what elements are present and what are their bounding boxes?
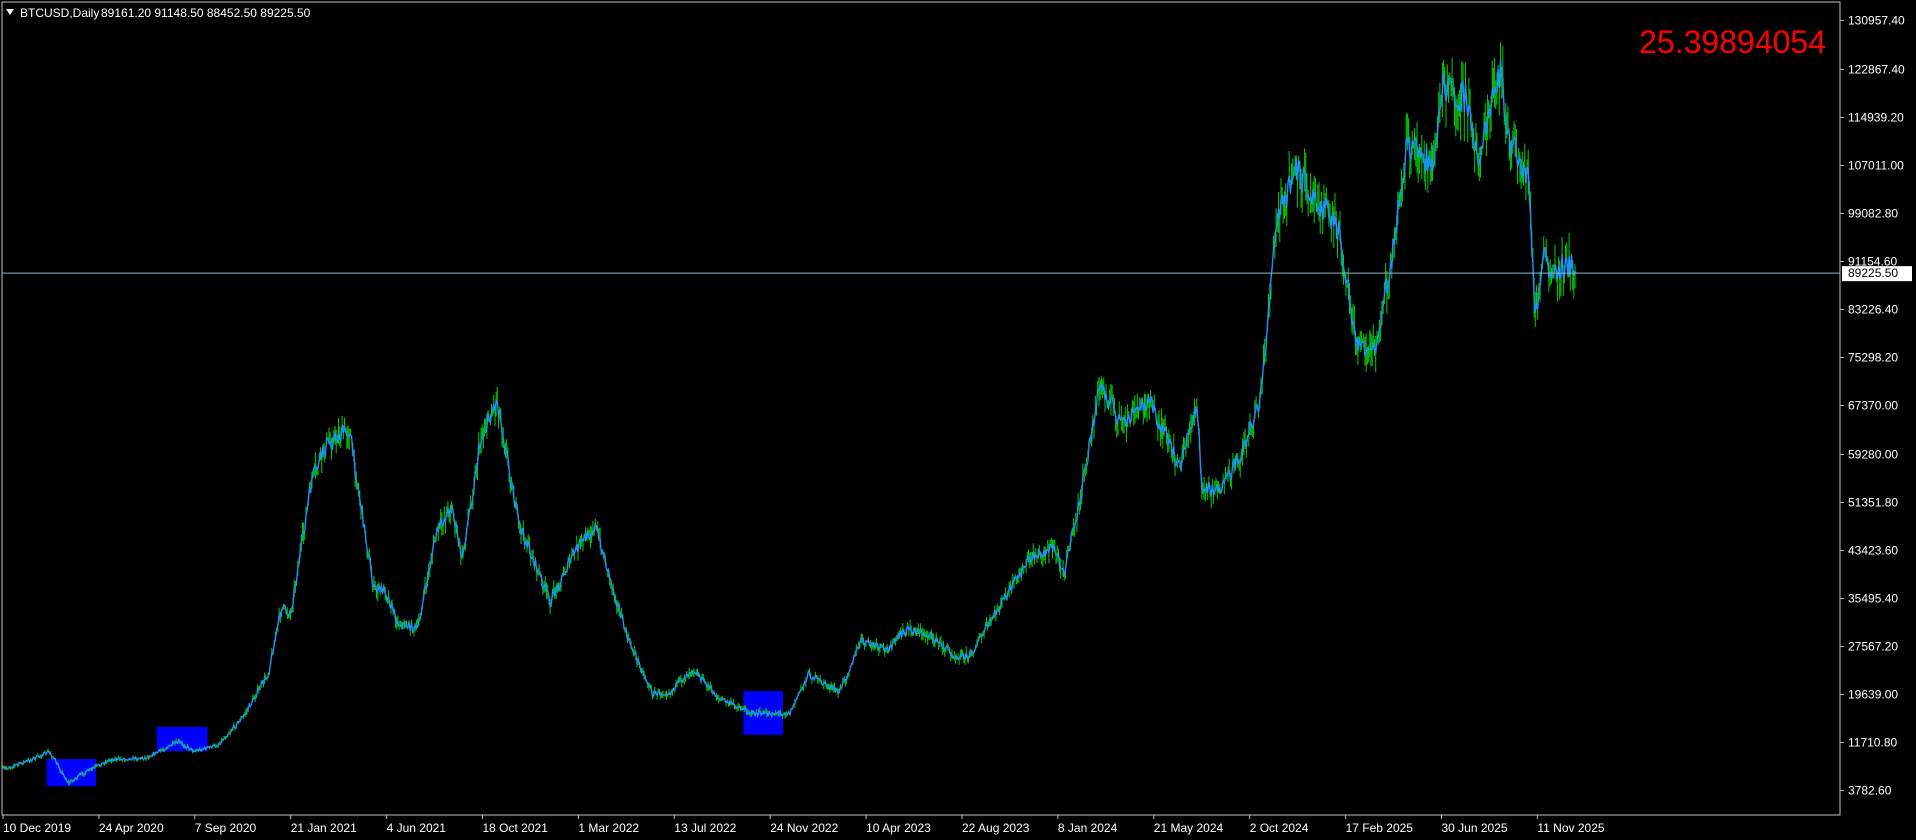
current-price-tag: 89225.50 (1842, 266, 1912, 282)
y-tick-label: 107011.00 (1848, 158, 1904, 172)
x-tick-label: 4 Jun 2021 (387, 821, 447, 835)
y-tick-label: 83226.40 (1848, 302, 1898, 316)
y-tick-label: 27567.20 (1848, 640, 1898, 654)
y-tick-label: 19639.00 (1848, 688, 1898, 702)
x-tick-label: 30 Jun 2025 (1442, 821, 1508, 835)
x-tick-label: 7 Sep 2020 (195, 821, 257, 835)
y-tick-label: 51351.80 (1848, 496, 1898, 510)
y-tick-label: 3782.60 (1848, 784, 1892, 798)
highlight-box-1 (46, 758, 97, 787)
y-tick-label: 43423.60 (1848, 544, 1898, 558)
x-tick-label: 10 Apr 2023 (866, 821, 931, 835)
x-tick-label: 24 Apr 2020 (99, 821, 164, 835)
y-tick-label: 59280.00 (1848, 447, 1898, 461)
chart-header: BTCUSD,Daily 89161.20 91148.50 88452.50 … (6, 6, 311, 20)
indicator-value: 25.39894054 (1639, 24, 1826, 60)
x-tick-label: 24 Nov 2022 (770, 821, 838, 835)
y-tick-label: 99082.80 (1848, 206, 1898, 220)
y-tick-label: 75298.20 (1848, 350, 1898, 364)
x-tick-label: 1 Mar 2022 (578, 821, 639, 835)
y-tick-label: 130957.40 (1848, 13, 1905, 27)
x-tick-label: 8 Jan 2024 (1058, 821, 1118, 835)
y-tick-label: 67370.00 (1848, 399, 1898, 413)
x-tick-label: 13 Jul 2022 (674, 821, 736, 835)
x-tick-label: 10 Dec 2019 (3, 821, 71, 835)
chart-background (0, 0, 1916, 840)
x-tick-label: 17 Feb 2025 (1346, 821, 1414, 835)
x-tick-label: 21 Jan 2021 (291, 821, 357, 835)
x-tick-label: 22 Aug 2023 (962, 821, 1030, 835)
chart-svg: 130957.40 122867.40 114939.20 107011.00 9908… (0, 0, 1916, 840)
symbol-label: BTCUSD,Daily (20, 6, 99, 20)
current-price-tag-label: 89225.50 (1848, 266, 1898, 280)
x-tick-label: 2 Oct 2024 (1250, 821, 1309, 835)
x-tick-label: 21 May 2024 (1154, 821, 1224, 835)
y-tick-label: 122867.40 (1848, 62, 1905, 76)
x-tick-label: 11 Nov 2025 (1537, 821, 1604, 835)
y-tick-label: 35495.40 (1848, 592, 1898, 606)
y-tick-label: 114939.20 (1848, 110, 1904, 124)
y-tick-label: 11710.80 (1848, 736, 1897, 750)
x-tick-label: 18 Oct 2021 (483, 821, 549, 835)
ohlc-values: 89161.20 91148.50 88452.50 89225.50 (101, 6, 311, 20)
